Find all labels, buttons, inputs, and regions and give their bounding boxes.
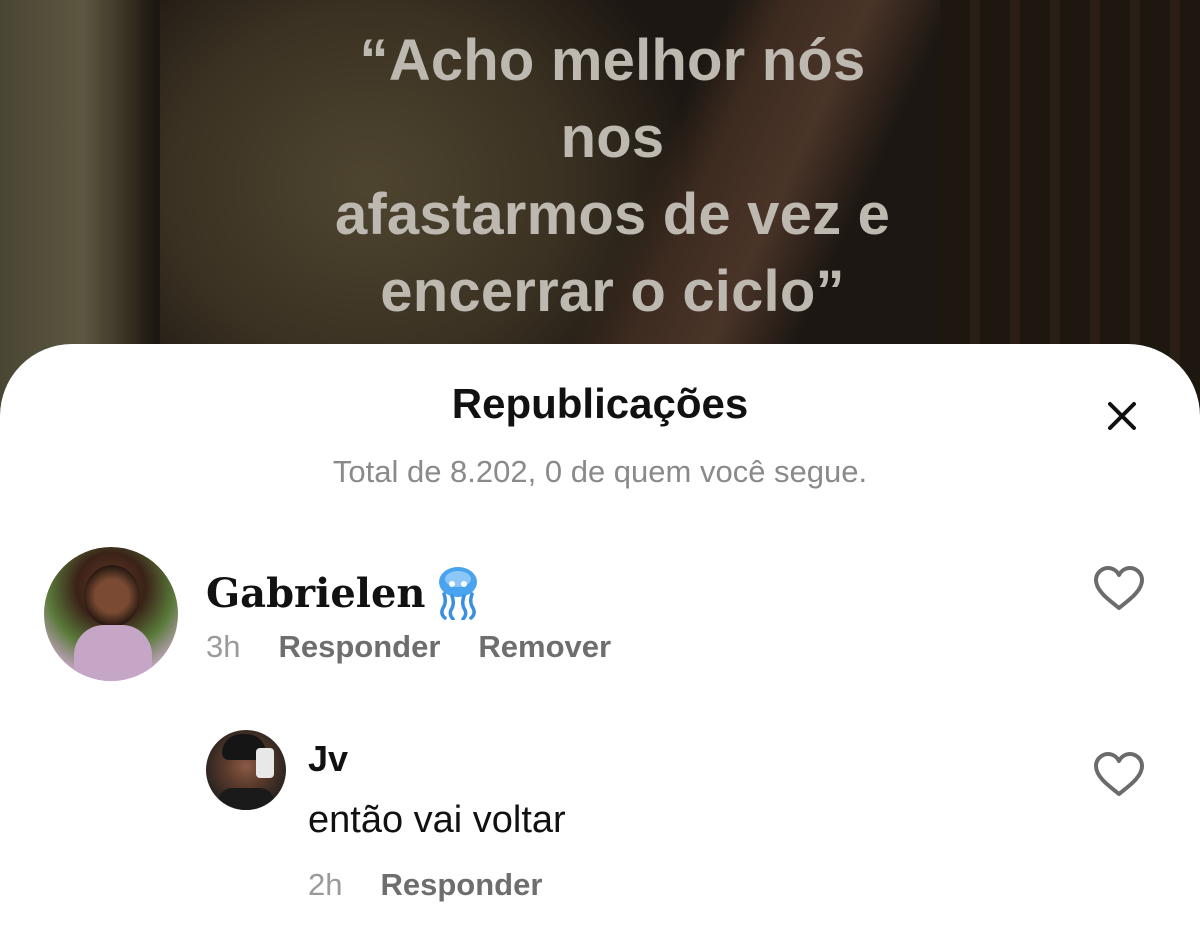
close-icon <box>1108 402 1136 430</box>
username-text: Gabrielen <box>206 569 426 617</box>
reply-avatar[interactable] <box>206 730 286 810</box>
reply-username[interactable]: Jv <box>308 738 348 780</box>
reposts-count-subtitle: Total de 8.202, 0 de quem você segue. <box>332 454 868 489</box>
avatar[interactable] <box>44 547 178 681</box>
caption-line: “Acho melhor nós nos <box>359 28 866 170</box>
jellyfish-emoji-icon <box>438 567 477 620</box>
remove-button[interactable]: Remover <box>478 629 611 665</box>
reply-text: então vai voltar <box>308 799 566 841</box>
reply-button[interactable]: Responder <box>278 629 440 665</box>
caption-line: afastarmos de vez e <box>334 182 891 247</box>
reply-meta: 2h Responder <box>308 867 580 903</box>
comment-username[interactable]: Gabrielen <box>206 566 480 620</box>
heart-outline-icon[interactable] <box>1092 564 1146 612</box>
reply-reply-button[interactable]: Responder <box>380 867 542 903</box>
heart-outline-icon[interactable] <box>1092 750 1146 798</box>
caption-line: encerrar o ciclo” <box>380 259 845 324</box>
sheet-title: Republicações <box>451 380 749 427</box>
comment-time: 3h <box>206 629 241 664</box>
comment-meta: 3h Responder Remover <box>206 629 649 665</box>
reply-time: 2h <box>308 867 343 902</box>
video-caption: “Acho melhor nós nos afastarmos de vez e… <box>300 22 925 330</box>
reposts-sheet: Republicações Total de 8.202, 0 de quem … <box>0 344 1200 933</box>
close-button[interactable] <box>1100 394 1144 438</box>
